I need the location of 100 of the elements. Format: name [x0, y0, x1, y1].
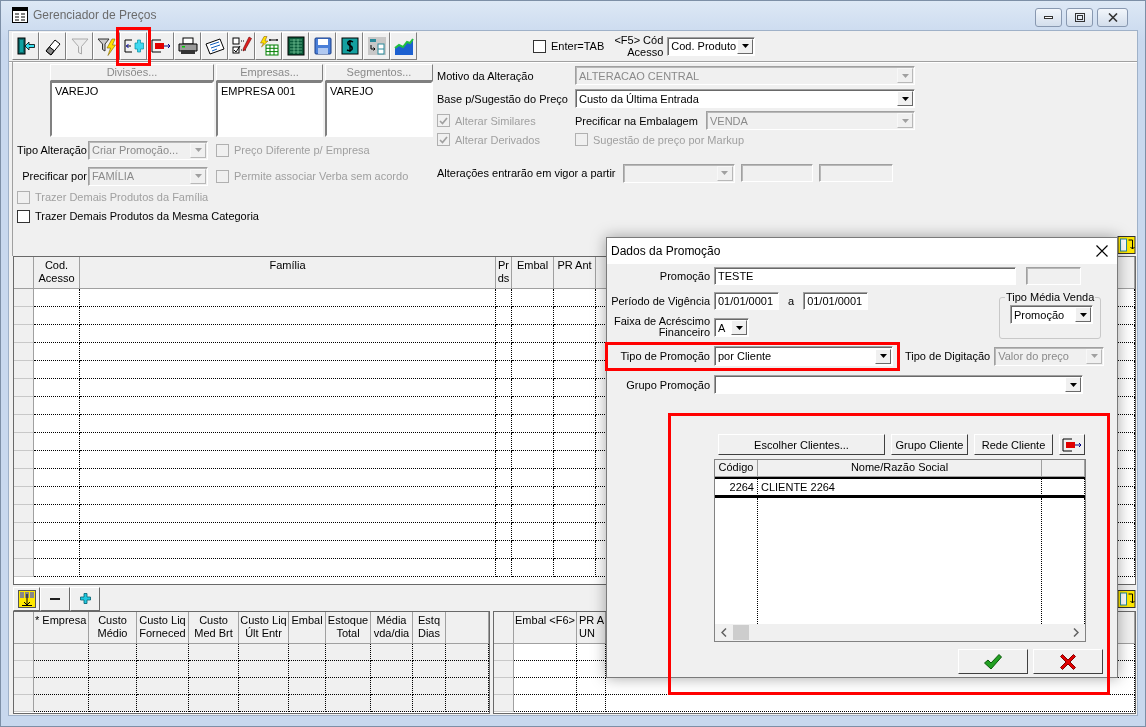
caret-icon — [901, 96, 909, 101]
toolbar-button[interactable] — [174, 32, 201, 60]
row-header — [14, 343, 34, 361]
table-cell — [326, 678, 371, 695]
table-cell — [289, 695, 326, 712]
cancel-button[interactable] — [1033, 649, 1103, 674]
scroll-thumb[interactable] — [733, 625, 749, 640]
toolbar-button[interactable] — [282, 32, 309, 60]
push-button[interactable]: Rede Cliente — [974, 434, 1053, 455]
table-cell — [34, 379, 80, 397]
input-field[interactable] — [740, 164, 813, 182]
row-header — [494, 661, 514, 678]
table-cell — [512, 505, 554, 523]
table-cell — [89, 695, 137, 712]
checkbox-label: Alterar Similares — [455, 114, 536, 127]
table-cell — [137, 661, 189, 678]
toolbar-button[interactable] — [228, 32, 255, 60]
table-cell — [496, 559, 512, 577]
toolbar-button[interactable] — [309, 32, 336, 60]
input-field[interactable] — [1026, 267, 1081, 285]
table-cell — [554, 469, 596, 487]
toolbar-button[interactable] — [13, 586, 40, 611]
close-icon — [1096, 245, 1108, 257]
field-label: Precificar na Embalagem — [575, 114, 698, 127]
field-label: Período de Vigência — [611, 295, 710, 307]
table-cell — [189, 678, 239, 695]
dropdown[interactable]: Cod. Produto — [667, 36, 756, 56]
table-cell — [239, 695, 289, 712]
dropdown[interactable]: Custo da Última Entrada — [575, 89, 915, 108]
checkbox[interactable] — [533, 39, 546, 53]
funnel-icon — [69, 36, 90, 56]
row-header — [14, 361, 34, 379]
confirm-button[interactable] — [958, 649, 1028, 674]
row-header — [14, 559, 34, 577]
caret-icon — [901, 73, 909, 78]
remove-button[interactable] — [40, 586, 70, 611]
table-cell — [512, 487, 554, 505]
table-row[interactable]: 2264 CLIENTE 2264 — [715, 477, 1085, 498]
dropdown[interactable]: A — [714, 318, 749, 337]
plus-arrow-icon — [123, 36, 144, 56]
check-icon — [439, 116, 448, 125]
tool-button[interactable] — [1117, 589, 1136, 608]
table-cell — [371, 695, 413, 712]
input-field[interactable]: 01/01/0001 — [803, 292, 869, 310]
table-cell — [512, 379, 554, 397]
table-cell — [189, 661, 239, 678]
table-cell — [34, 433, 80, 451]
columns-icon — [366, 36, 387, 56]
toolbar-button[interactable] — [201, 32, 228, 60]
table-cell — [34, 451, 80, 469]
toolbar-button[interactable] — [39, 32, 66, 60]
table-cell — [512, 469, 554, 487]
push-button[interactable]: Escolher Clientes... — [718, 434, 885, 455]
column-header: * Empresa — [35, 614, 87, 626]
minimize-button[interactable] — [1035, 8, 1062, 27]
dropdown[interactable] — [714, 375, 1083, 394]
row-header — [14, 469, 34, 487]
table-cell — [514, 678, 577, 695]
add-button[interactable] — [70, 586, 100, 611]
row-header — [14, 433, 34, 451]
table-cell — [34, 397, 80, 415]
maximize-button[interactable] — [1066, 8, 1093, 27]
row-header — [14, 695, 34, 712]
table-cell — [371, 678, 413, 695]
input-field[interactable]: TESTE — [714, 267, 1016, 285]
tool-button[interactable] — [1117, 236, 1136, 254]
minus-icon — [50, 597, 60, 600]
input-field[interactable] — [818, 164, 893, 182]
field-label: Promoção — [659, 270, 710, 282]
field-label: Tipo de Promoção — [620, 350, 710, 362]
input-field[interactable]: 01/01/0001 — [714, 292, 779, 310]
form-icon — [12, 6, 28, 23]
icon-button[interactable] — [1059, 434, 1085, 455]
dialog-title: Dados da Promoção — [611, 244, 721, 258]
table-cell — [34, 559, 80, 577]
row-header — [14, 541, 34, 559]
table-cell — [189, 695, 239, 712]
area-chart-icon — [393, 36, 414, 56]
toolbar-button[interactable] — [12, 32, 39, 60]
toolbar-button[interactable] — [336, 32, 363, 60]
table-cell — [446, 678, 489, 695]
dropdown[interactable]: por Cliente — [714, 346, 893, 366]
field-label: Base p/Sugestão do Preço — [437, 92, 568, 105]
caret-icon — [1069, 382, 1077, 387]
row-header — [14, 678, 34, 695]
checkbox-label: Preço Diferente p/ Empresa — [234, 144, 370, 156]
column-header: Custo Liq Forneced — [139, 614, 186, 639]
push-button[interactable]: Grupo Cliente — [891, 434, 968, 455]
row-header — [14, 397, 34, 415]
table-cell — [34, 289, 80, 307]
checkbox[interactable] — [17, 209, 30, 223]
row-header — [14, 289, 34, 307]
field-label: Tipo Alteração — [17, 144, 87, 156]
close-button[interactable] — [1097, 8, 1128, 27]
field-label: Precificar por — [22, 170, 87, 182]
row-header — [14, 325, 34, 343]
horizontal-scrollbar[interactable] — [715, 624, 1085, 641]
dropdown[interactable]: Promoção — [1010, 305, 1093, 324]
table-cell — [413, 678, 446, 695]
table-cell — [413, 661, 446, 678]
